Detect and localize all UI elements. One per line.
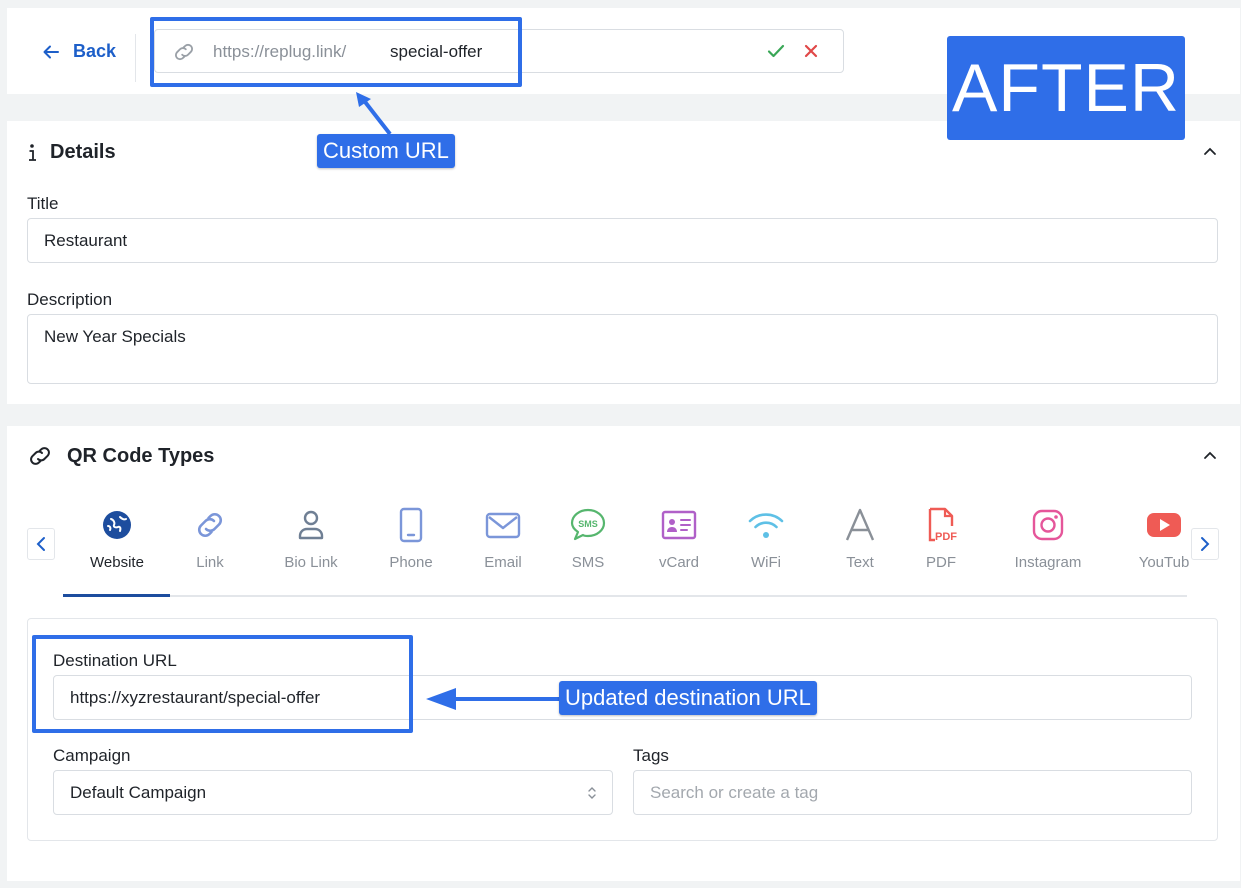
qr-type-label: SMS (571, 554, 605, 571)
back-label: Back (73, 41, 117, 61)
vcard-icon (661, 510, 697, 540)
wifi-icon (748, 513, 784, 538)
arrow-icon (426, 688, 564, 710)
divider (135, 34, 136, 82)
qr-type-phone[interactable]: Phone (361, 506, 461, 571)
qr-type-website[interactable]: Website (67, 506, 167, 571)
qr-types-title: QR Code Types (67, 445, 215, 467)
sms-icon: SMS (570, 508, 606, 541)
qr-type-link[interactable]: Link (160, 506, 260, 571)
campaign-select[interactable]: Default Campaign (53, 770, 613, 815)
tags-label: Tags (633, 746, 669, 765)
custom-url-callout: Custom URL (317, 134, 455, 168)
qr-type-wifi[interactable]: WiFi (716, 506, 816, 571)
destination-url-highlight (32, 635, 413, 733)
svg-text:PDF: PDF (935, 531, 957, 543)
check-icon[interactable] (767, 42, 785, 60)
qr-type-label: Phone (389, 554, 433, 571)
qr-type-label: Instagram (1014, 554, 1082, 571)
arrow-left-icon (43, 45, 59, 58)
chevron-up-icon[interactable] (1203, 146, 1217, 156)
qr-type-label: Bio Link (284, 554, 338, 571)
text-icon (845, 508, 875, 541)
title-input[interactable]: Restaurant (27, 218, 1218, 263)
tab-rail (63, 595, 1187, 597)
qr-type-label: WiFi (751, 554, 781, 571)
qr-type-label: vCard (658, 554, 699, 571)
qr-type-label: Website (90, 554, 144, 571)
chevron-left-icon (36, 537, 45, 551)
link-icon (30, 447, 50, 465)
youtube-icon (1147, 513, 1181, 537)
qr-type-sms[interactable]: SMS SMS (538, 506, 638, 571)
details-title: Details (50, 141, 116, 163)
qr-type-label: Link (196, 554, 224, 571)
tags-input[interactable]: Search or create a tag (633, 770, 1192, 815)
campaign-label: Campaign (53, 746, 131, 765)
description-input[interactable]: New Year Specials (27, 314, 1218, 384)
close-icon[interactable] (803, 43, 819, 59)
select-arrows-icon (588, 787, 596, 799)
user-icon (298, 510, 324, 540)
qr-type-bio-link[interactable]: Bio Link (261, 506, 361, 571)
email-icon (485, 512, 521, 539)
instagram-icon (1032, 509, 1064, 541)
scroll-left-button[interactable] (27, 528, 55, 560)
updated-destination-callout: Updated destination URL (559, 681, 817, 715)
active-tab-underline (63, 594, 170, 597)
phone-icon (399, 507, 423, 543)
pdf-icon: PDF (928, 507, 957, 543)
qr-type-label: PDF (926, 554, 956, 571)
description-label: Description (27, 290, 113, 309)
svg-text:SMS: SMS (578, 519, 598, 529)
campaign-value: Default Campaign (70, 782, 207, 802)
qr-type-instagram[interactable]: Instagram (998, 506, 1098, 571)
globe-icon (103, 511, 131, 539)
tags-placeholder: Search or create a tag (650, 782, 819, 802)
qr-type-pdf[interactable]: PDF PDF (891, 506, 991, 571)
info-icon (29, 144, 36, 161)
qr-type-label: YouTub (1138, 554, 1190, 571)
custom-url-highlight (150, 17, 522, 87)
qr-type-vcard[interactable]: vCard (629, 506, 729, 571)
title-label: Title (27, 194, 59, 213)
qr-type-youtube[interactable]: YouTub (1114, 506, 1214, 571)
link-icon (198, 513, 222, 537)
details-panel: Details Title Restaurant Description New… (7, 121, 1240, 404)
after-badge: AFTER (947, 36, 1185, 140)
back-button[interactable]: Back (41, 41, 116, 62)
chevron-up-icon[interactable] (1203, 450, 1217, 460)
arrow-icon (356, 92, 392, 136)
